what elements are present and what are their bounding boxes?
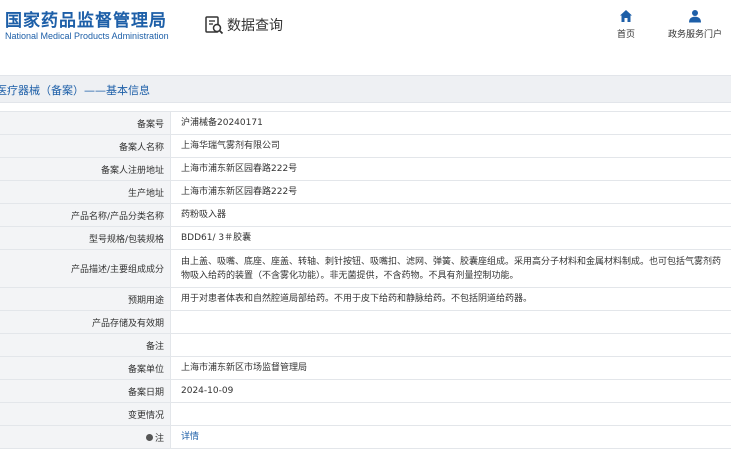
page-title: 医疗器械（备案）——基本信息	[0, 84, 150, 97]
row-value: 上海市浦东新区市场监督管理局	[181, 363, 308, 373]
site-logo-en[interactable]: National Medical Products Administration	[5, 31, 169, 41]
table-row: 生产地址 上海市浦东新区园春路222号	[0, 181, 731, 204]
nav-gov-label: 政务服务门户	[668, 30, 723, 40]
table-row: 备案人名称 上海华瑞气雾剂有限公司	[0, 135, 731, 158]
data-query-link[interactable]: 数据查询	[204, 14, 283, 36]
row-value	[171, 403, 731, 425]
table-row: 型号规格/包装规格 BDD61/ 3＃胶囊	[0, 227, 731, 250]
row-label: 产品名称/产品分类名称	[0, 204, 171, 226]
table-row: 备案号 沪浦械备20240171	[0, 112, 731, 135]
row-value: 上海市浦东新区园春路222号	[181, 164, 298, 174]
row-label: 生产地址	[0, 181, 171, 203]
row-label-text: 注	[154, 433, 164, 444]
table-row: 注 详情	[0, 426, 731, 449]
nav-gov-portal[interactable]: 政务服务门户	[668, 9, 722, 40]
row-label: 备案单位	[0, 357, 171, 379]
table-row: 备案人注册地址 上海市浦东新区园春路222号	[0, 158, 731, 181]
user-icon	[689, 10, 701, 23]
row-label: 预期用途	[0, 288, 171, 310]
tip-icon	[145, 433, 153, 441]
row-label: 产品存储及有效期	[0, 311, 171, 333]
table-row: 产品存储及有效期	[0, 311, 731, 334]
site-logo-cn[interactable]: 国家药品监督管理局	[5, 6, 167, 31]
row-value: 药粉吸入器	[181, 210, 227, 220]
row-label: 型号规格/包装规格	[0, 227, 171, 249]
section-title-bar: 医疗器械（备案）——基本信息	[0, 75, 731, 103]
site-header: 国家药品监督管理局 National Medical Products Admi…	[0, 0, 731, 58]
table-row: 备案日期 2024-10-09	[0, 380, 731, 403]
row-value: 上海华瑞气雾剂有限公司	[181, 141, 281, 151]
row-value: 用于对患者体表和自然腔道局部给药。不用于皮下给药和静脉给药。不包括阴道给药器。	[181, 294, 533, 304]
row-value: 上海市浦东新区园春路222号	[181, 187, 298, 197]
row-value: 由上盖、吸嘴、底座、座盖、转轴、刺针按钮、吸嘴扣、滤网、弹簧、胶囊座组成。采用高…	[181, 256, 722, 281]
data-query-icon	[205, 16, 224, 35]
row-value: 2024-10-09	[181, 386, 234, 396]
table-row: 产品描述/主要组成成分 由上盖、吸嘴、底座、座盖、转轴、刺针按钮、吸嘴扣、滤网、…	[0, 250, 731, 288]
table-row: 变更情况	[0, 403, 731, 426]
row-label: 备案人注册地址	[0, 158, 171, 180]
row-label: 产品描述/主要组成成分	[0, 250, 171, 287]
data-query-label: 数据查询	[227, 18, 283, 34]
nav-home-label: 首页	[617, 30, 636, 40]
details-link[interactable]: 详情	[171, 426, 731, 448]
row-label: 备案人名称	[0, 135, 171, 157]
row-value	[171, 334, 731, 356]
row-label: 备案号	[0, 112, 171, 134]
info-table: 备案号 沪浦械备20240171 备案人名称 上海华瑞气雾剂有限公司 备案人注册…	[0, 111, 731, 449]
table-row: 备注	[0, 334, 731, 357]
table-row: 备案单位 上海市浦东新区市场监督管理局	[0, 357, 731, 380]
home-icon	[620, 10, 632, 22]
table-row: 产品名称/产品分类名称 药粉吸入器	[0, 204, 731, 227]
table-row: 预期用途 用于对患者体表和自然腔道局部给药。不用于皮下给药和静脉给药。不包括阴道…	[0, 288, 731, 311]
row-label: 备案日期	[0, 380, 171, 402]
row-value: 沪浦械备20240171	[181, 118, 263, 128]
row-value: BDD61/ 3＃胶囊	[181, 233, 252, 243]
row-label: 备注	[0, 334, 171, 356]
row-value	[171, 311, 731, 333]
nav-home[interactable]: 首页	[617, 9, 635, 40]
row-label-note: 注	[0, 426, 171, 448]
row-label: 变更情况	[0, 403, 171, 425]
